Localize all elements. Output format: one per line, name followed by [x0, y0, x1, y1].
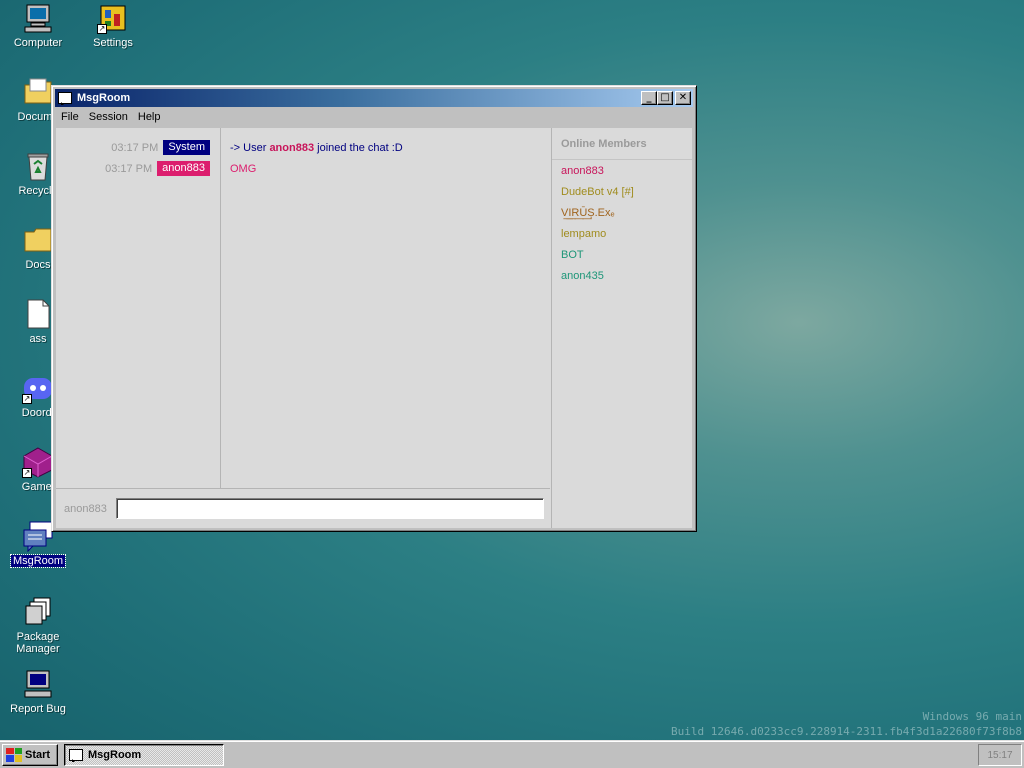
msgroom-client: 03:17 PM System 03:17 PM anon883 -> User… — [56, 128, 692, 528]
desktop-icon-label: Report Bug — [10, 703, 66, 715]
report-bug-icon — [22, 668, 54, 700]
member-item[interactable]: anon883 — [552, 160, 692, 181]
computer-icon — [22, 2, 54, 34]
build-watermark: Windows 96 main Build 12646.d0233cc9.228… — [671, 709, 1022, 739]
recycle-bin-icon — [22, 150, 54, 182]
desktop-icon-report-bug[interactable]: Report Bug — [0, 668, 76, 715]
message-text: -> User anon883 joined the chat :D — [222, 137, 550, 158]
shortcut-arrow-icon: ↗ — [22, 468, 32, 478]
online-members-panel: Online Members anon883 DudeBot v4 [#] V͟… — [551, 128, 692, 528]
desktop-icon-label: MsgRoom — [9, 554, 67, 568]
member-item[interactable]: lempamo — [552, 223, 692, 244]
menu-help[interactable]: Help — [134, 111, 167, 123]
message-input[interactable] — [116, 498, 544, 519]
online-members-heading: Online Members — [552, 129, 692, 160]
discord-icon: ↗ — [22, 372, 54, 404]
message-meta: 03:17 PM System — [56, 137, 220, 158]
chat-bubble-icon — [69, 748, 83, 762]
settings-icon: ↗ — [97, 2, 129, 34]
taskbar-item-msgroom[interactable]: MsgRoom — [64, 743, 224, 766]
msgroom-window[interactable]: MsgRoom _ □ ✕ File Session Help 03:17 PM… — [51, 85, 697, 532]
game-icon: ↗ — [22, 446, 54, 478]
desktop-icon-package-manager[interactable]: Package Manager — [0, 596, 76, 655]
close-button[interactable]: ✕ — [675, 91, 691, 105]
message-text: OMG — [230, 162, 257, 175]
desktop-icon-label: Settings — [93, 37, 133, 49]
message-time: 03:17 PM — [105, 162, 153, 175]
maximize-button[interactable]: □ — [657, 91, 673, 105]
file-icon — [22, 298, 54, 330]
desktop-icon-label: Package Manager — [16, 631, 60, 655]
sender-badge[interactable]: System — [163, 140, 210, 155]
message-suffix: joined the chat :D — [314, 141, 403, 154]
chat-pane: 03:17 PM System 03:17 PM anon883 -> User… — [56, 128, 550, 488]
message-input-bar: anon883 — [56, 488, 550, 528]
msgroom-icon — [22, 520, 54, 553]
menu-file[interactable]: File — [57, 111, 85, 123]
desktop-icon-computer[interactable]: Computer — [0, 2, 76, 49]
taskbar: Start MsgRoom 15:17 — [0, 740, 1024, 768]
message-prefix: -> User — [230, 141, 270, 154]
start-logo-icon — [6, 747, 22, 762]
window-title: MsgRoom — [77, 92, 131, 104]
folder-icon — [22, 224, 54, 256]
message-meta-column: 03:17 PM System 03:17 PM anon883 — [56, 128, 221, 488]
message-time: 03:17 PM — [111, 141, 159, 154]
system-tray: 15:17 — [978, 744, 1022, 766]
package-manager-icon — [22, 596, 54, 628]
member-item[interactable]: anon435 — [552, 265, 692, 286]
sender-badge[interactable]: anon883 — [157, 161, 210, 176]
shortcut-arrow-icon: ↗ — [97, 24, 107, 34]
documents-folder-icon — [22, 76, 54, 108]
member-item[interactable]: BOT — [552, 244, 692, 265]
member-item[interactable]: DudeBot v4 [#] — [552, 181, 692, 202]
start-button[interactable]: Start — [2, 743, 58, 766]
minimize-button[interactable]: _ — [641, 91, 657, 105]
menubar: File Session Help — [55, 107, 693, 127]
watermark-build: Build 12646.d0233cc9.228914-2311.fb4f3d1… — [671, 725, 1022, 738]
taskbar-item-label: MsgRoom — [88, 748, 142, 761]
desktop-icon-label: ass — [29, 333, 47, 345]
watermark-os-name: Windows 96 main — [922, 710, 1022, 723]
message-user-mention: anon883 — [269, 141, 315, 154]
start-label: Start — [25, 748, 51, 761]
current-nickname: anon883 — [64, 502, 107, 515]
member-item[interactable]: V͟I͟R͟Ū͟Ș.Exₑ — [552, 202, 692, 223]
desktop-icon-label: Computer — [13, 37, 63, 49]
chat-bubble-icon — [58, 92, 72, 105]
tray-clock[interactable]: 15:17 — [987, 750, 1012, 761]
menu-session[interactable]: Session — [85, 111, 134, 123]
desktop-icon-label: Docs — [25, 259, 51, 271]
window-titlebar[interactable]: MsgRoom _ □ ✕ — [55, 89, 693, 107]
message-text-column: -> User anon883 joined the chat :D OMG — [222, 128, 550, 488]
message-meta: 03:17 PM anon883 — [56, 158, 220, 179]
shortcut-arrow-icon: ↗ — [22, 394, 32, 404]
desktop-icon-settings[interactable]: ↗ Settings — [75, 2, 151, 49]
